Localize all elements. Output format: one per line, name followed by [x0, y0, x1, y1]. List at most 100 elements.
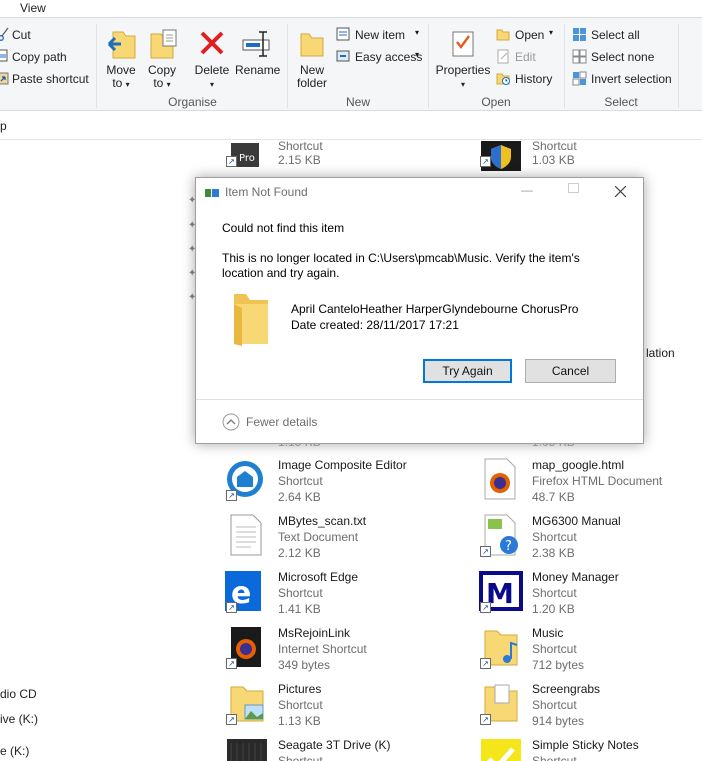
- chevron-up-circle-icon: [222, 413, 240, 431]
- chevron-down-icon: ▾: [166, 80, 171, 89]
- file-name: Image Composite Editor: [278, 458, 407, 472]
- history-icon: [496, 73, 510, 85]
- file-type: Shortcut: [278, 139, 323, 153]
- chevron-down-icon: ▾: [125, 80, 130, 89]
- move-to-icon: [107, 31, 136, 59]
- file-type: Shortcut: [278, 754, 323, 761]
- copy-to-icon: [150, 29, 177, 59]
- list-item[interactable]: Simple Sticky Notes Shortcut: [479, 737, 699, 761]
- file-type: Shortcut: [278, 698, 323, 712]
- address-bar[interactable]: p: [0, 111, 702, 140]
- tab-view[interactable]: View: [20, 1, 46, 15]
- navigation-pane: ✦ ✦ ✦ ✦ ✦ dio CD ive (K:) e (K:): [0, 141, 205, 761]
- group-label-select: Select: [604, 95, 638, 109]
- file-size: 2.38 KB: [532, 546, 575, 560]
- open-folder-icon: [496, 29, 510, 41]
- dialog-title: Item Not Found: [225, 185, 308, 199]
- file-size: 2.15 KB: [278, 153, 321, 167]
- history-label: History: [515, 72, 553, 86]
- nav-item-drive-k2[interactable]: e (K:): [0, 744, 29, 758]
- item-date-created: Date created: 28/11/2017 17:21: [291, 318, 459, 332]
- cancel-button[interactable]: Cancel: [525, 359, 616, 383]
- file-size: 1.20 KB: [532, 602, 575, 616]
- group-label-open: Open: [481, 95, 511, 109]
- file-size: 712 bytes: [532, 658, 585, 672]
- ribbon-tabstrip: View: [0, 0, 702, 17]
- address-text: p: [0, 119, 7, 133]
- properties-label: Properties: [435, 63, 491, 77]
- ribbon-separator: [564, 24, 565, 108]
- close-icon[interactable]: [615, 186, 626, 197]
- new-folder-icon: [300, 33, 324, 57]
- file-type: Shortcut: [278, 586, 323, 600]
- list-item[interactable]: ↗ Screengrabs Shortcut 914 bytes: [479, 681, 699, 731]
- ribbon-separator: [678, 24, 679, 108]
- open-label: Open: [515, 28, 545, 42]
- group-label-organise: Organise: [168, 95, 217, 109]
- copy-to-label: Copy: [147, 63, 176, 77]
- new-folder-label2: folder: [296, 76, 328, 90]
- file-size: 1.13 KB: [278, 714, 321, 728]
- list-item[interactable]: M ↗ Money Manager Shortcut 1.20 KB: [479, 569, 699, 619]
- chevron-down-icon: ▾: [415, 28, 420, 37]
- file-size: 914 bytes: [532, 714, 585, 728]
- copy-path-label: Copy path: [12, 50, 67, 64]
- select-none-icon: [572, 49, 587, 64]
- ribbon-separator: [428, 24, 429, 108]
- nav-item-drive-k[interactable]: ive (K:): [0, 712, 38, 726]
- edit-icon: [497, 49, 509, 64]
- file-name: Seagate 3T Drive (K): [278, 738, 391, 752]
- minimize-icon[interactable]: —: [521, 183, 533, 197]
- nav-item-audio-cd[interactable]: dio CD: [0, 687, 37, 701]
- file-size: 349 bytes: [278, 658, 331, 672]
- shortcut-arrow-icon: ↗: [226, 714, 237, 725]
- file-name: map_google.html: [532, 458, 625, 472]
- chevron-down-icon: ▾: [460, 80, 465, 89]
- try-again-button[interactable]: Try Again: [423, 359, 512, 383]
- list-item[interactable]: ? ↗ MG6300 Manual Shortcut 2.38 KB: [479, 513, 699, 563]
- dialog-divider: [196, 399, 643, 400]
- fewer-details-label: Fewer details: [246, 415, 318, 429]
- text-document-icon: [230, 514, 262, 556]
- maximize-icon[interactable]: [568, 183, 579, 193]
- properties-button[interactable]: Properties ▾: [435, 26, 491, 92]
- rename-button[interactable]: Rename: [235, 26, 280, 92]
- file-type: Shortcut: [532, 698, 577, 712]
- file-type: Shortcut: [532, 754, 577, 761]
- file-name: MBytes_scan.txt: [278, 514, 367, 528]
- select-all-icon: [573, 28, 586, 41]
- select-none-label: Select none: [591, 50, 655, 64]
- file-name: Microsoft Edge: [278, 570, 359, 584]
- move-to-label: Move: [106, 63, 136, 77]
- new-folder-button[interactable]: New folder: [293, 26, 331, 92]
- copy-to-label2: to: [153, 76, 164, 90]
- list-item[interactable]: ↗ Pictures Shortcut 1.13 KB: [225, 681, 465, 731]
- file-name: Music: [532, 626, 564, 640]
- copy-to-button[interactable]: Copy to ▾: [144, 26, 180, 92]
- list-item[interactable]: e ↗ Microsoft Edge Shortcut 1.41 KB: [225, 569, 465, 619]
- file-name: MG6300 Manual: [532, 514, 621, 528]
- rename-icon: [242, 31, 270, 57]
- easy-access-icon: [336, 50, 350, 62]
- shortcut-arrow-icon: ↗: [480, 546, 491, 557]
- delete-button[interactable]: Delete ▾: [193, 26, 231, 92]
- scissors-icon: [0, 27, 9, 41]
- list-item[interactable]: Seagate 3T Drive (K) Shortcut: [225, 737, 465, 761]
- firefox-document-icon: [484, 458, 516, 500]
- copy-path-icon: [0, 49, 8, 62]
- list-item[interactable]: ↗ Music Shortcut 712 bytes: [479, 625, 699, 675]
- move-to-label2: to: [112, 76, 123, 90]
- cut-label: Cut: [12, 28, 31, 42]
- fewer-details-toggle[interactable]: Fewer details: [222, 413, 332, 433]
- new-item-label: New item: [355, 28, 406, 42]
- new-item-icon: [336, 27, 350, 41]
- dialog-title-bar[interactable]: Item Not Found —: [196, 178, 643, 206]
- move-to-button[interactable]: Move to ▾: [103, 26, 139, 92]
- list-item[interactable]: MBytes_scan.txt Text Document 2.12 KB: [225, 513, 465, 563]
- shortcut-arrow-icon: ↗: [480, 602, 491, 613]
- list-item[interactable]: map_google.html Firefox HTML Document 48…: [479, 457, 699, 507]
- list-item[interactable]: ↗ Image Composite Editor Shortcut 2.64 K…: [225, 457, 465, 507]
- ribbon: Cut Copy path Paste shortcut Move to ▾ Co…: [0, 17, 702, 111]
- list-item[interactable]: ↗ MsRejoinLink Internet Shortcut 349 byt…: [225, 625, 465, 675]
- file-name: Simple Sticky Notes: [532, 738, 639, 752]
